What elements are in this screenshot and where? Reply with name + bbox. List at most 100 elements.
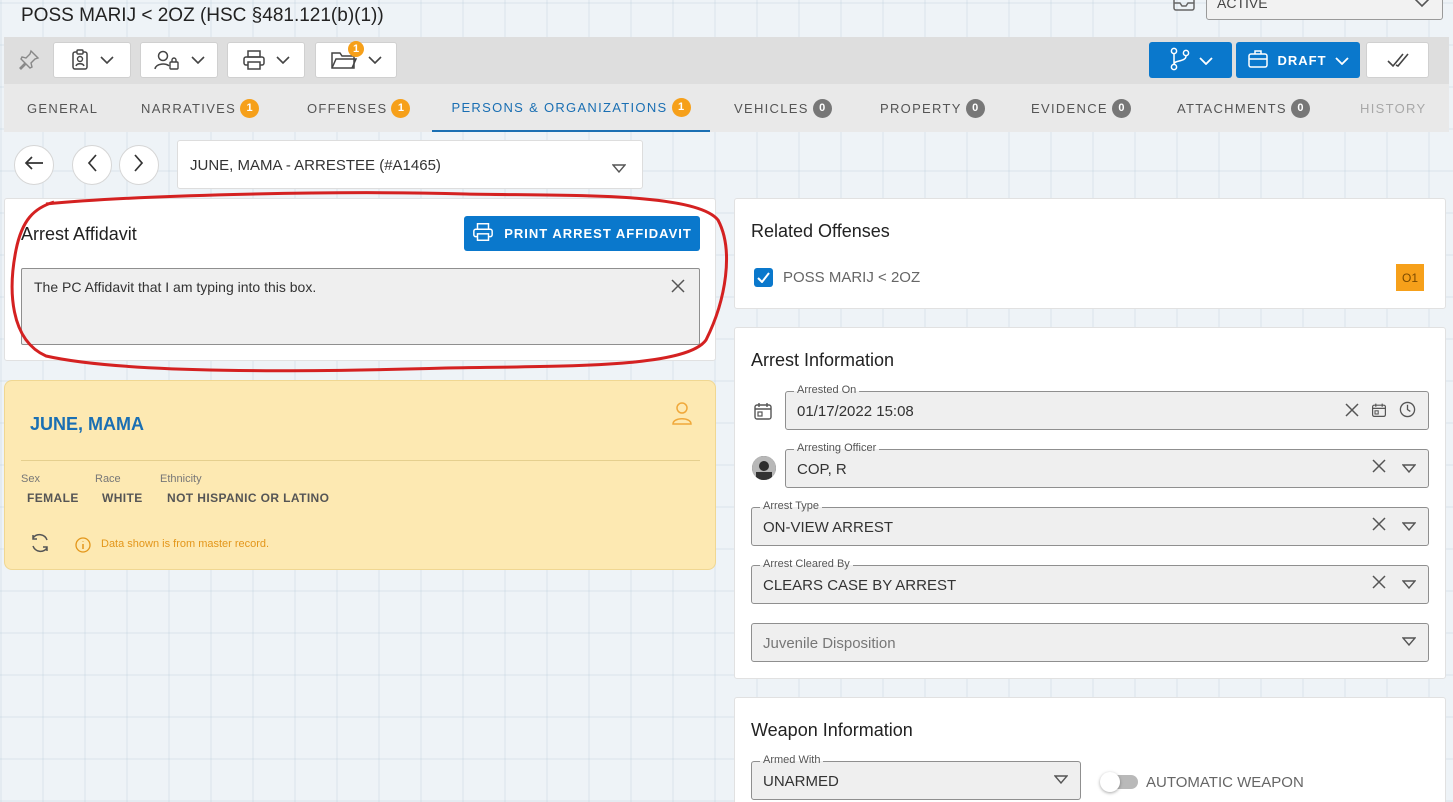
tab-count-badge: 0 [965,98,985,118]
arresting-officer-value: COP, R [797,461,847,478]
id-card-menu-button[interactable] [53,42,131,78]
offense-code-badge: O1 [1396,264,1424,291]
tab-history: HISTORY [1360,84,1426,132]
previous-button[interactable] [72,145,112,185]
briefcase-icon [1247,49,1269,72]
back-button[interactable] [14,145,54,185]
tab-label: EVIDENCE [1031,100,1108,116]
info-icon [75,537,91,558]
clock-icon[interactable] [1399,401,1416,423]
calendar-icon [753,401,773,426]
person-lock-menu-button[interactable] [140,42,218,78]
affidavit-textarea[interactable]: The PC Affidavit that I am typing into t… [21,268,700,345]
status-value: ACTIVE [1217,0,1268,11]
branch-icon [1169,47,1191,74]
arresting-officer-field[interactable]: Arresting Officer COP, R [785,442,1429,488]
caret-down-icon[interactable] [1401,576,1417,594]
ethnicity-label: Ethnicity [160,473,202,485]
tab-label: PERSONS & ORGANIZATIONS [451,99,668,115]
person-lock-icon [153,49,181,71]
sex-value: FEMALE [27,491,79,505]
tab-offenses[interactable]: OFFENSES 1 [307,84,411,132]
tab-bar: GENERAL NARRATIVES 1 OFFENSES 1 PERSONS & … [4,84,1449,132]
status-select[interactable]: ACTIVE [1206,0,1443,20]
caret-down-icon[interactable] [1401,633,1417,651]
draft-label: DRAFT [1277,52,1327,68]
chevron-left-icon [87,153,97,177]
caret-down-icon[interactable] [1401,518,1417,536]
tab-count-badge: 0 [812,98,832,118]
arrest-type-label: Arrest Type [760,500,823,513]
sex-label: Sex [21,473,40,485]
clear-icon[interactable] [1372,575,1386,594]
tab-evidence[interactable]: EVIDENCE 0 [1031,84,1131,132]
draft-menu-button[interactable]: DRAFT [1236,42,1360,78]
tab-general[interactable]: GENERAL [27,84,98,132]
tab-narratives[interactable]: NARRATIVES 1 [141,84,260,132]
tab-attachments[interactable]: ATTACHMENTS 0 [1177,84,1310,132]
tab-vehicles[interactable]: VEHICLES 0 [734,84,832,132]
offense-label: POSS MARIJ < 2OZ [783,269,921,286]
offense-checkbox[interactable] [754,268,773,287]
armed-with-field[interactable]: Armed With UNARMED [751,754,1081,800]
race-value: WHITE [102,491,143,505]
tab-count-badge: 0 [1290,98,1310,118]
person-select[interactable]: JUNE, MAMA - ARRESTEE (#A1465) [177,140,643,189]
arrest-type-value: ON-VIEW ARREST [763,519,894,536]
chevron-down-icon [1198,53,1213,68]
juvenile-disposition-field[interactable]: Juvenile Disposition [751,623,1429,662]
chevron-down-icon [276,56,290,64]
arrow-left-icon [24,155,44,176]
race-label: Race [95,473,121,485]
ethnicity-value: NOT HISPANIC OR LATINO [167,491,330,505]
chevron-down-icon [191,56,205,64]
divider [21,460,700,461]
related-offenses-title: Related Offenses [751,221,890,241]
inbox-icon[interactable] [1172,0,1196,12]
refresh-icon[interactable] [29,532,51,559]
tab-count-badge: 1 [671,97,691,117]
weapon-information-card: Weapon Information Armed With UNARMED AU… [734,697,1446,802]
chevron-down-icon [1414,0,1430,11]
tab-label: GENERAL [27,100,99,116]
clear-icon[interactable] [1345,402,1359,422]
print-menu-button[interactable] [227,42,305,78]
automatic-weapon-label: AUTOMATIC WEAPON [1146,774,1304,791]
clear-icon[interactable] [1372,459,1386,478]
master-record-note: Data shown is from master record. [101,538,270,550]
arrest-information-title: Arrest Information [751,350,895,370]
arrest-type-field[interactable]: Arrest Type ON-VIEW ARREST [751,500,1429,546]
pin-icon[interactable] [18,49,40,76]
tab-count-badge: 1 [240,98,260,118]
next-button[interactable] [119,145,159,185]
clear-icon[interactable] [671,279,685,296]
arrested-on-field[interactable]: Arrested On 01/17/2022 15:08 [785,384,1429,430]
caret-down-icon[interactable] [1401,460,1417,478]
clear-icon[interactable] [1372,517,1386,536]
arrest-cleared-by-field[interactable]: Arrest Cleared By CLEARS CASE BY ARREST [751,558,1429,604]
related-offenses-card: Related Offenses POSS MARIJ < 2OZ O1 [734,198,1446,309]
arrest-cleared-by-value: CLEARS CASE BY ARREST [763,577,957,594]
check-all-icon [1386,51,1410,69]
person-icon [671,401,693,430]
toolbar: 1 DRAFT [4,37,1449,84]
date-picker-icon[interactable] [1371,402,1387,423]
person-name-link[interactable]: JUNE, MAMA [30,414,144,435]
arresting-officer-label: Arresting Officer [794,442,880,455]
print-arrest-affidavit-label: PRINT ARREST AFFIDAVIT [504,226,692,241]
juvenile-disposition-placeholder: Juvenile Disposition [763,635,896,652]
tab-persons-organizations[interactable]: PERSONS & ORGANIZATIONS 1 [432,84,710,132]
tab-label: OFFENSES [307,100,388,116]
chevron-down-icon [100,56,114,64]
tab-property[interactable]: PROPERTY 0 [880,84,985,132]
workflow-menu-button[interactable] [1149,42,1232,78]
approve-button[interactable] [1366,42,1429,78]
toggle-knob [1100,772,1120,792]
print-arrest-affidavit-button[interactable]: PRINT ARREST AFFIDAVIT [464,216,700,251]
arrested-on-value: 01/17/2022 15:08 [797,403,914,420]
caret-down-icon[interactable] [1053,771,1069,789]
folder-menu-button[interactable]: 1 [315,41,397,78]
automatic-weapon-toggle[interactable] [1100,772,1138,792]
arrest-cleared-by-label: Arrest Cleared By [760,558,853,571]
affidavit-text-value: The PC Affidavit that I am typing into t… [34,279,317,295]
